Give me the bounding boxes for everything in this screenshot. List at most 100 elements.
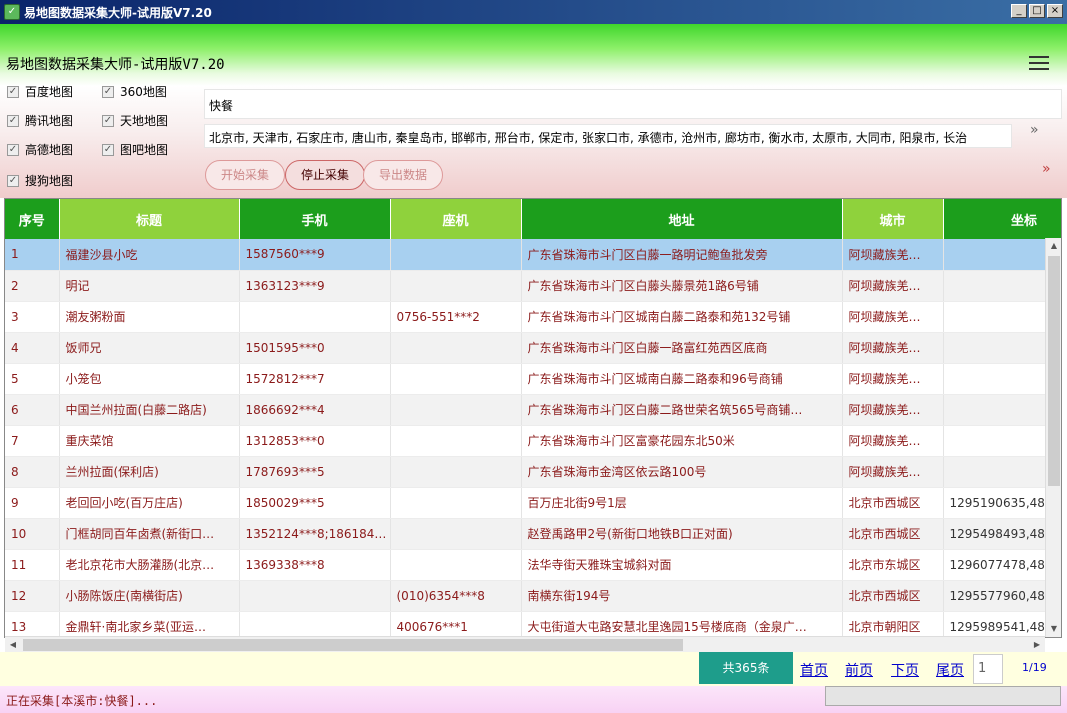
table-row[interactable]: 13 金鼎轩·南北家乡菜(亚运… 400676***1 大屯街道大屯路安慧北里逸园15…	[5, 611, 1061, 637]
checkbox-label: 百度地图	[25, 85, 74, 99]
row-city: 北京市朝阳区	[842, 611, 944, 637]
row-mobile: 1866692***4	[239, 394, 391, 426]
row-city: 阿坝藏族羌…	[842, 270, 944, 302]
scroll-down-icon[interactable]: ▼	[1046, 621, 1062, 637]
column-header[interactable]: 坐标	[943, 199, 1061, 239]
table-row[interactable]: 8 兰州拉面(保利店) 1787693***5 广东省珠海市金湾区依云路100号 阿坝藏…	[5, 456, 1061, 488]
row-city: 阿坝藏族羌…	[842, 456, 944, 488]
table-row[interactable]: 1 福建沙县小吃 1587560***9 广东省珠海市斗门区白藤一路明记鲍鱼批发旁 阿坝…	[5, 239, 1061, 271]
row-city: 北京市东城区	[842, 549, 944, 581]
row-title: 门框胡同百年卤煮(新街口…	[59, 518, 240, 550]
next-page-link[interactable]: 下页	[891, 660, 919, 680]
column-header[interactable]: 标题	[59, 199, 240, 239]
column-header[interactable]: 座机	[390, 199, 522, 239]
cities-input[interactable]: 北京市, 天津市, 石家庄市, 唐山市, 秦皇岛市, 邯郸市, 邢台市, 保定市…	[204, 124, 1012, 148]
vertical-scrollbar[interactable]: ▲ ▼	[1045, 238, 1061, 637]
page-number-input[interactable]: 1	[973, 654, 1003, 684]
row-city: 阿坝藏族羌…	[842, 239, 944, 271]
table-row[interactable]: 6 中国兰州拉面(白藤二路店) 1866692***4 广东省珠海市斗门区白藤二路世荣…	[5, 394, 1061, 426]
source-checkbox-tuba[interactable]: ✓ 图吧地图	[102, 141, 168, 158]
source-checkbox-baidu[interactable]: ✓ 百度地图	[7, 83, 73, 100]
hamburger-menu-icon[interactable]	[1029, 56, 1049, 70]
results-grid[interactable]: 序号 标题 手机 座机 地址 城市 坐标 1 福建沙县小吃 1587560***9 广…	[4, 198, 1062, 638]
cities-more-icon[interactable]: »	[1030, 122, 1039, 138]
row-phone	[390, 332, 522, 364]
row-index: 5	[5, 363, 60, 395]
row-title: 中国兰州拉面(白藤二路店)	[59, 394, 240, 426]
checkbox-label: 360地图	[120, 85, 167, 99]
checkbox-label: 腾讯地图	[25, 114, 74, 128]
row-index: 3	[5, 301, 60, 333]
page-count: 1/19	[1022, 661, 1047, 674]
table-row[interactable]: 3 潮友粥粉面 0756-551***2 广东省珠海市斗门区城南白藤二路泰和苑132号…	[5, 301, 1061, 333]
window-controls: _ □ ×	[1011, 4, 1063, 18]
row-address: 广东省珠海市斗门区城南白藤二路泰和苑132号铺	[521, 301, 843, 333]
row-mobile: 1787693***5	[239, 456, 391, 488]
app-title: 易地图数据采集大师-试用版V7.20	[6, 57, 225, 73]
checkbox-check-icon: ✓	[7, 114, 19, 127]
header-row: 序号 标题 手机 座机 地址 城市 坐标	[5, 199, 1061, 239]
row-mobile: 1572812***7	[239, 363, 391, 395]
start-button[interactable]: 开始采集	[205, 160, 285, 190]
row-title: 潮友粥粉面	[59, 301, 240, 333]
row-index: 2	[5, 270, 60, 302]
table-row[interactable]: 10 门框胡同百年卤煮(新街口… 1352124***8;186184… 赵登禹路甲2…	[5, 518, 1061, 550]
row-phone	[390, 394, 522, 426]
column-header[interactable]: 手机	[239, 199, 391, 239]
row-address: 法华寺街天雅珠宝城斜对面	[521, 549, 843, 581]
source-checkbox-gaode[interactable]: ✓ 高德地图	[7, 141, 73, 158]
expand-more-icon[interactable]: »	[1042, 161, 1051, 177]
last-page-link[interactable]: 尾页	[936, 660, 964, 680]
source-checkbox-tianditu[interactable]: ✓ 天地地图	[102, 112, 168, 129]
first-page-link[interactable]: 首页	[800, 660, 828, 680]
prev-page-link[interactable]: 前页	[845, 660, 873, 680]
scroll-thumb[interactable]	[1048, 256, 1060, 486]
row-address: 广东省珠海市斗门区富豪花园东北50米	[521, 425, 843, 457]
minimize-button[interactable]: _	[1011, 4, 1027, 18]
scroll-right-icon[interactable]: ▶	[1029, 637, 1045, 653]
table-row[interactable]: 9 老回回小吃(百万庄店) 1850029***5 百万庄北街9号1层 北京市西城区 12…	[5, 487, 1061, 519]
row-index: 7	[5, 425, 60, 457]
table-row[interactable]: 4 饭师兄 1501595***0 广东省珠海市斗门区白藤一路富红苑西区底商 阿坝藏族羌…	[5, 332, 1061, 364]
keyword-input[interactable]: 快餐	[204, 89, 1062, 119]
source-checkbox-360[interactable]: ✓ 360地图	[102, 83, 167, 100]
checkbox-check-icon: ✓	[7, 143, 19, 156]
close-button[interactable]: ×	[1047, 4, 1063, 18]
table-row[interactable]: 12 小肠陈饭庄(南横街店) (010)6354***8 南横东街194号 北京市西城区…	[5, 580, 1061, 612]
horizontal-scrollbar[interactable]: ◀ ▶	[5, 636, 1045, 652]
row-phone	[390, 425, 522, 457]
scroll-left-icon[interactable]: ◀	[5, 637, 21, 653]
column-header[interactable]: 城市	[842, 199, 944, 239]
column-header[interactable]: 地址	[521, 199, 843, 239]
table-row[interactable]: 5 小笼包 1572812***7 广东省珠海市斗门区城南白藤二路泰和96号商铺 阿坝藏…	[5, 363, 1061, 395]
table-row[interactable]: 11 老北京花市大肠灌肠(北京… 1369338***8 法华寺街天雅珠宝城斜对面 北京…	[5, 549, 1061, 581]
row-address: 广东省珠海市金湾区依云路100号	[521, 456, 843, 488]
results-table: 序号 标题 手机 座机 地址 城市 坐标 1 福建沙县小吃 1587560***9 广…	[5, 199, 1061, 637]
stop-button[interactable]: 停止采集	[285, 160, 365, 190]
table-row[interactable]: 2 明记 1363123***9 广东省珠海市斗门区白藤头藤景苑1路6号铺 阿坝藏族羌…	[5, 270, 1061, 302]
window-title: 易地图数据采集大师-试用版V7.20	[24, 5, 212, 20]
row-address: 广东省珠海市斗门区白藤一路明记鲍鱼批发旁	[521, 239, 843, 271]
row-index: 12	[5, 580, 60, 612]
source-checkbox-sogou[interactable]: ✓ 搜狗地图	[7, 172, 73, 189]
row-mobile: 1312853***0	[239, 425, 391, 457]
export-button[interactable]: 导出数据	[363, 160, 443, 190]
table-row[interactable]: 7 重庆菜馆 1312853***0 广东省珠海市斗门区富豪花园东北50米 阿坝藏族羌…	[5, 425, 1061, 457]
row-address: 广东省珠海市斗门区白藤二路世荣名筑565号商铺…	[521, 394, 843, 426]
maximize-button[interactable]: □	[1029, 4, 1045, 18]
row-address: 南横东街194号	[521, 580, 843, 612]
row-mobile: 1369338***8	[239, 549, 391, 581]
column-header[interactable]: 序号	[5, 199, 60, 239]
checkbox-label: 天地地图	[120, 114, 169, 128]
scroll-thumb[interactable]	[23, 639, 683, 651]
row-address: 大屯街道大屯路安慧北里逸园15号楼底商（金泉广…	[521, 611, 843, 637]
row-title: 兰州拉面(保利店)	[59, 456, 240, 488]
row-title: 饭师兄	[59, 332, 240, 364]
row-phone	[390, 549, 522, 581]
checkbox-label: 高德地图	[25, 143, 74, 157]
scroll-up-icon[interactable]: ▲	[1046, 238, 1062, 254]
source-checkbox-tencent[interactable]: ✓ 腾讯地图	[7, 112, 73, 129]
row-address: 广东省珠海市斗门区城南白藤二路泰和96号商铺	[521, 363, 843, 395]
row-title: 福建沙县小吃	[59, 239, 240, 271]
checkbox-check-icon: ✓	[102, 114, 114, 127]
